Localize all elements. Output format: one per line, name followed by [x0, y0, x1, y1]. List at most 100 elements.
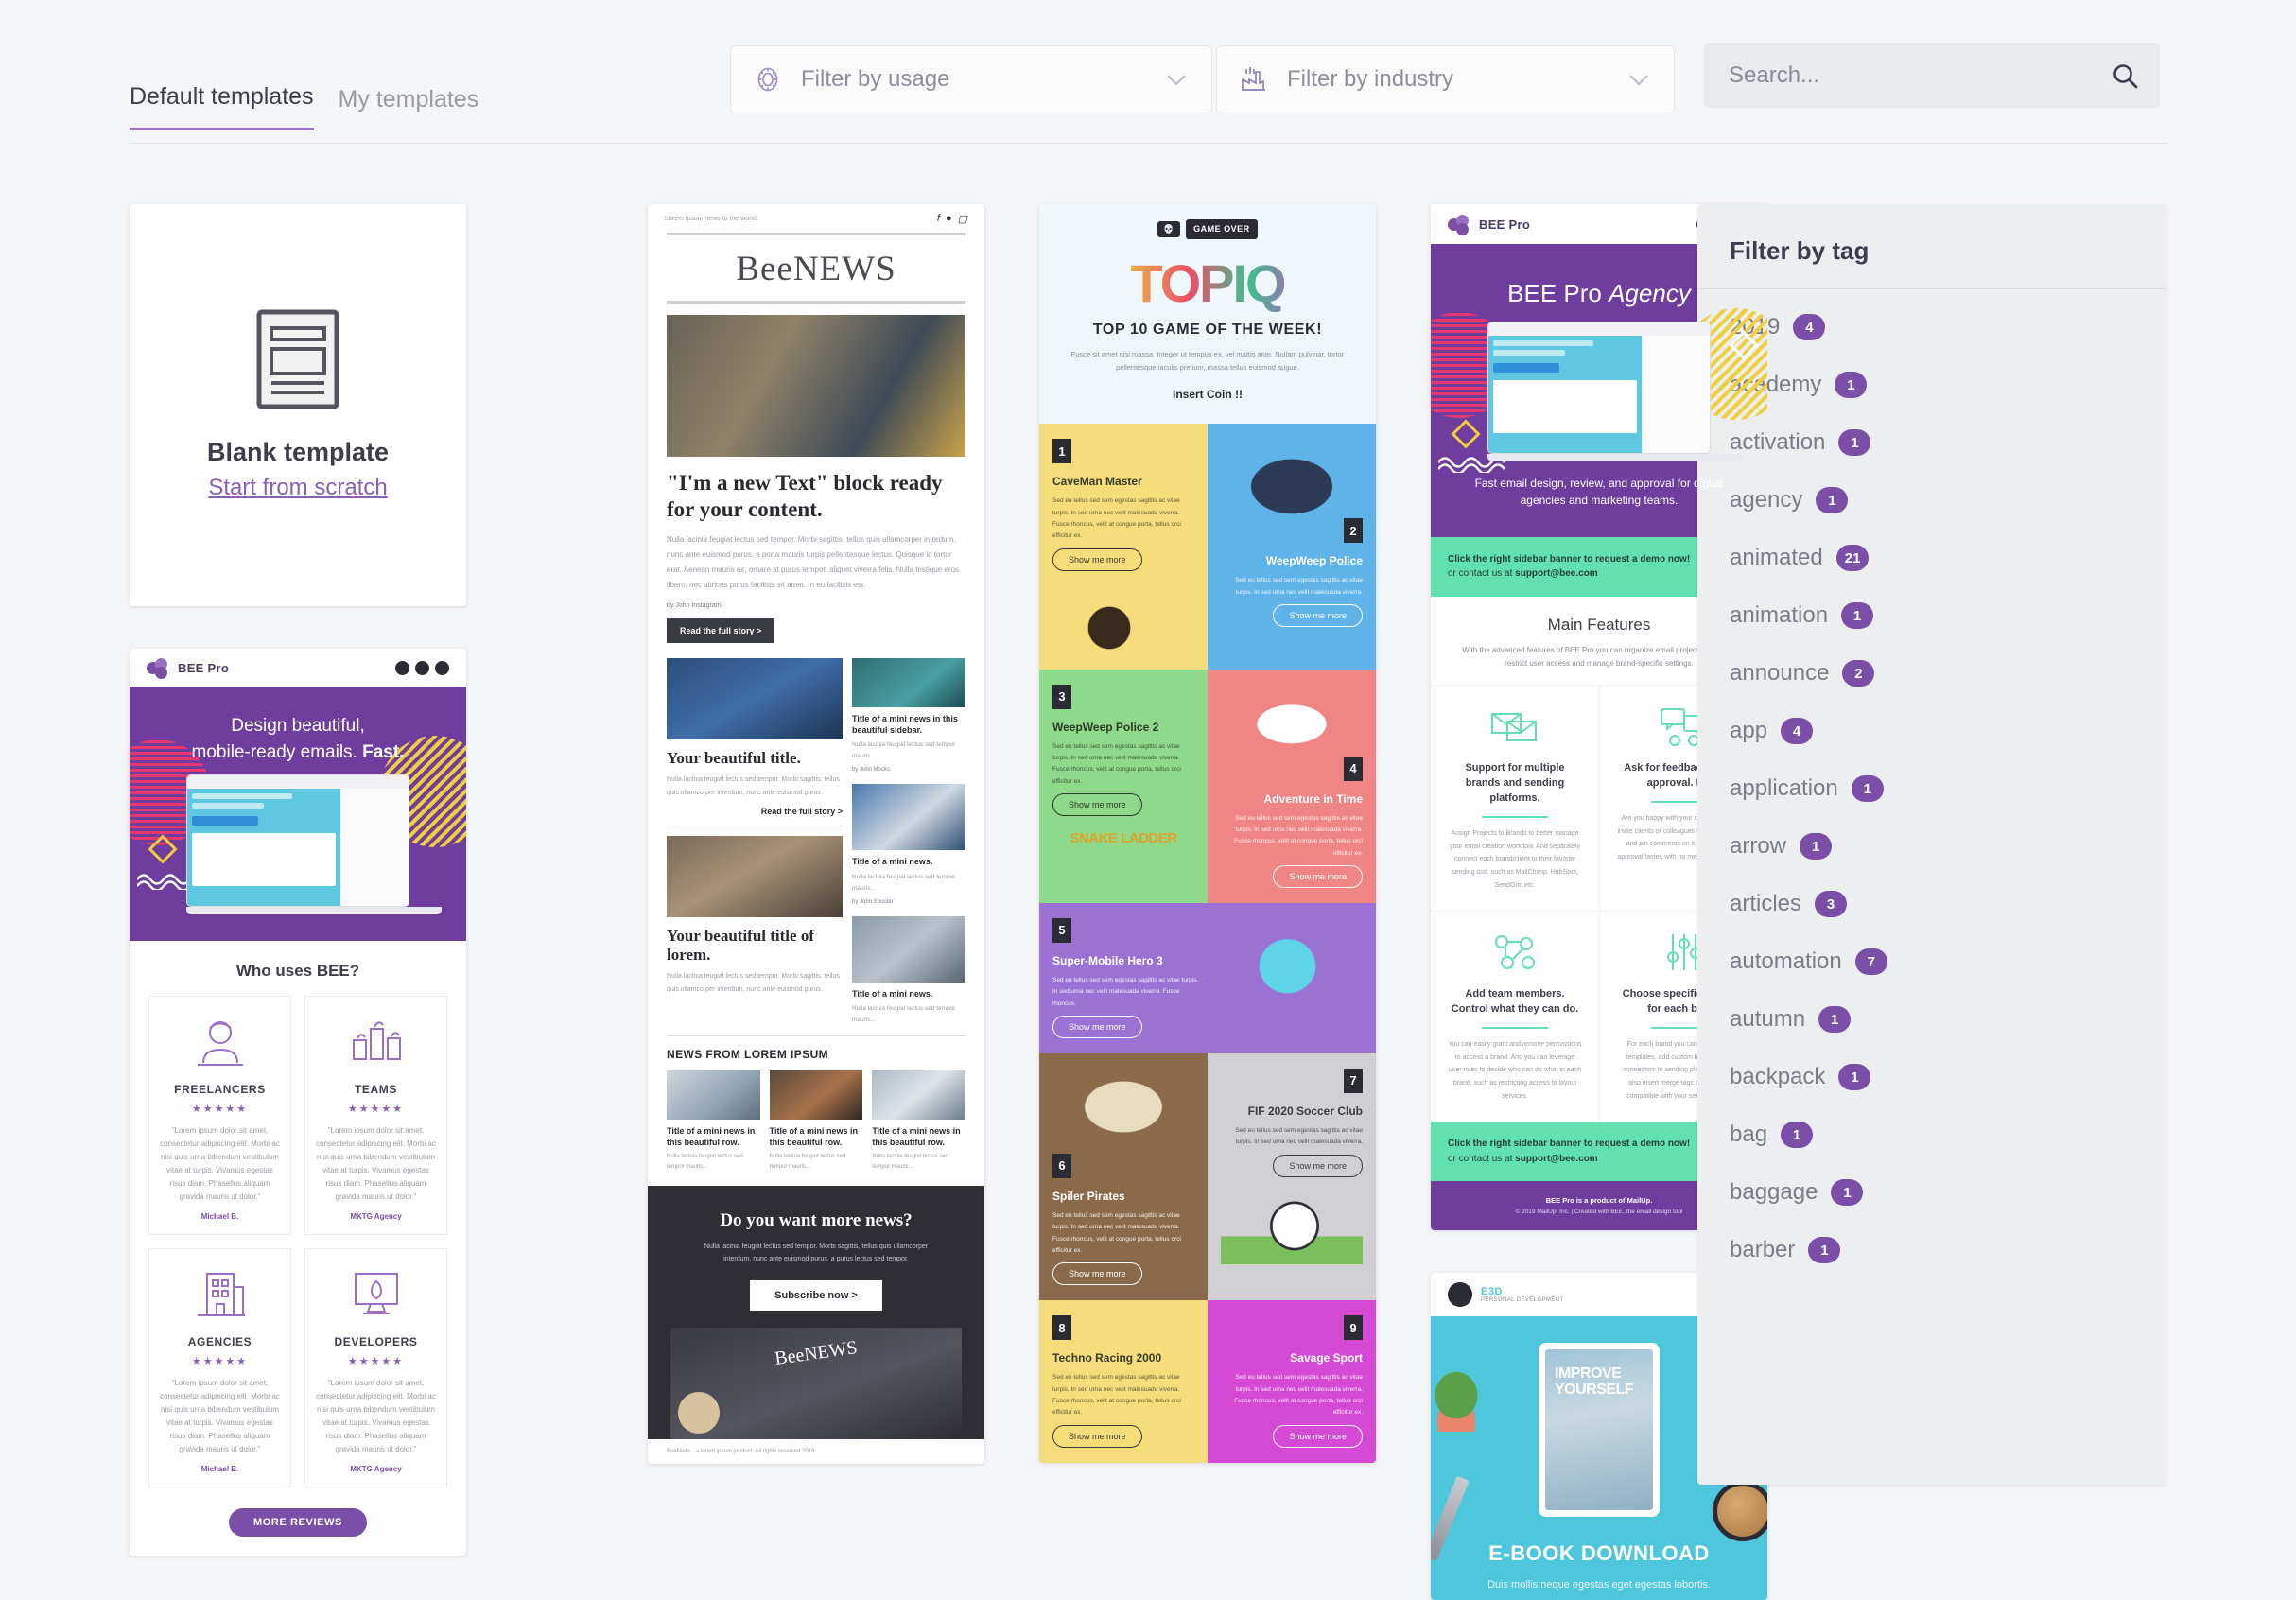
tab-my-templates[interactable]: My templates — [339, 86, 479, 130]
tag-row[interactable]: arrow 1 — [1730, 833, 2166, 860]
template-card-bee-news[interactable]: Lorem ipsum news to the world f ● ▢ BeeN… — [648, 204, 984, 1465]
read-full-story-button[interactable]: Read the full story > — [667, 618, 775, 644]
game-tile-text: 5 Super-Mobile Hero 3 Sed eu tellus sed … — [1052, 917, 1203, 1038]
filter-by-usage-label: Filter by usage — [801, 66, 950, 92]
tag-row[interactable]: backpack 1 — [1730, 1064, 2166, 1090]
game-tile: 5 Super-Mobile Hero 3 Sed eu tellus sed … — [1039, 902, 1376, 1053]
game-tile-grid: 6 Spiler Pirates Sed eu tellus sed sem e… — [1039, 1052, 1376, 1463]
search-icon — [2113, 64, 2138, 89]
game-tile: 8 Techno Racing 2000 Sed eu tellus sed s… — [1039, 1300, 1208, 1463]
tag-count-badge: 1 — [1808, 1237, 1841, 1263]
show-me-more-button[interactable]: Show me more — [1052, 548, 1142, 571]
game-body: Sed eu tellus sed sem egestas sagittis a… — [1052, 1211, 1181, 1254]
search-input[interactable] — [1704, 62, 2111, 89]
cta-email-link[interactable]: support@bee.com — [1515, 568, 1598, 579]
search-button[interactable] — [2111, 61, 2139, 90]
article-body: Nulla lacinia feugiat lectus sed tempor.… — [667, 776, 840, 796]
game-title: CaveMan Master — [1052, 475, 1142, 489]
game-body: Sed eu tellus sed sem egestas sagittis a… — [1052, 976, 1199, 1007]
facebook-icon — [395, 660, 409, 675]
tag-row[interactable]: baggage 1 — [1730, 1179, 2166, 1206]
mini-image — [667, 1070, 760, 1120]
game-tile: 1 CaveMan Master Sed eu tellus sed sem e… — [1039, 424, 1208, 670]
star-rating: ★★★★★ — [347, 1104, 405, 1116]
review-card: DEVELOPERS ★★★★★ "Lorem ipsum dolor sit … — [304, 1248, 447, 1488]
tag-row[interactable]: 20194 — [1730, 314, 2166, 340]
news-from-heading: NEWS FROM LOREM IPSUM — [667, 1047, 829, 1061]
tag-row[interactable]: autumn 1 — [1730, 1006, 2166, 1033]
game-tile-grid: 1 CaveMan Master Sed eu tellus sed sem e… — [1039, 424, 1376, 903]
bee-pro-logo: BEE Pro — [1448, 215, 1530, 235]
filter-by-industry-dropdown[interactable]: Filter by industry — [1216, 45, 1675, 113]
preheader-text: Lorem ipsum news to the world — [665, 215, 757, 222]
sidebar-image — [852, 658, 965, 708]
envelopes-icon — [1491, 713, 1537, 742]
sidebar-byline: by John Shooter — [852, 898, 894, 905]
cta-line-1: Click the right sidebar banner to reques… — [1448, 553, 1691, 565]
blank-template-card[interactable]: Blank template Start from scratch — [130, 204, 466, 606]
team-network-icon — [1495, 935, 1535, 970]
show-me-more-button[interactable]: Show me more — [1052, 1015, 1142, 1038]
two-column-section: Your beautiful title. Nulla lacinia feug… — [648, 658, 984, 1035]
feature-body: Assign Projects to Brands to better mana… — [1449, 830, 1581, 889]
cta-email-link[interactable]: support@bee.com — [1515, 1154, 1598, 1164]
cta-line-1: Click the right sidebar banner to reques… — [1448, 1139, 1691, 1150]
cta-title: Do you want more news? — [720, 1209, 913, 1230]
mini-news-item: Title of a mini news in this beautiful r… — [769, 1070, 863, 1173]
game-rank: 1 — [1052, 439, 1071, 464]
tag-row[interactable]: announce 2 — [1730, 660, 2166, 687]
show-me-more-button[interactable]: Show me more — [1052, 792, 1142, 816]
tag-label: barber — [1730, 1237, 1796, 1262]
twitter-icon — [415, 660, 429, 675]
sidebar-image — [852, 784, 965, 851]
sidebar-byline: by John Mocks — [852, 767, 891, 774]
tag-label: animation — [1730, 602, 1829, 628]
show-me-more-button[interactable]: Show me more — [1273, 1154, 1363, 1177]
template-column-1: Blank template Start from scratch BEE Pr… — [130, 204, 466, 1557]
search-bar[interactable] — [1704, 43, 2160, 108]
template-card-topiq-game[interactable]: 💀 GAME OVER TOPIQ TOP 10 GAME OF THE WEE… — [1039, 204, 1376, 1463]
show-me-more-button[interactable]: Show me more — [1052, 1262, 1142, 1286]
bee-logo-dots-icon — [147, 658, 171, 679]
cta-body: Nulla lacinia feugiat lectus sed tempor.… — [704, 1243, 929, 1262]
tag-list: 20194 academy1 activation1 agency1 animated2… — [1697, 289, 2166, 1263]
review-author: Michael B. — [200, 1465, 239, 1474]
game-tile: 6 Spiler Pirates Sed eu tellus sed sem e… — [1039, 1052, 1208, 1301]
show-me-more-button[interactable]: Show me more — [1273, 1424, 1363, 1448]
show-me-more-button[interactable]: Show me more — [1052, 1424, 1142, 1448]
game-title: WeepWeep Police — [1265, 554, 1363, 568]
tag-row[interactable]: articles 3 — [1730, 891, 2166, 917]
hero-section: Design beautiful, mobile-ready emails. F… — [130, 687, 466, 942]
subscribe-button[interactable]: Subscribe now > — [750, 1280, 882, 1312]
mini-body: Nulla lacinia feugiat lectus sed tempor … — [769, 1154, 846, 1170]
show-me-more-button[interactable]: Show me more — [1273, 864, 1363, 888]
template-card-bee-pro-home[interactable]: BEE Pro Design beautiful, mobile-ready e… — [130, 649, 466, 1557]
review-quote: "Lorem ipsum dolor sit amet, consectetur… — [316, 1379, 436, 1454]
tag-row[interactable]: bag 1 — [1730, 1122, 2166, 1148]
tag-row[interactable]: barber 1 — [1730, 1237, 2166, 1263]
tag-row[interactable]: application 1 — [1730, 775, 2166, 802]
tag-row[interactable]: app 4 — [1730, 718, 2166, 744]
tag-row[interactable]: animated 21 — [1730, 545, 2166, 571]
laptop-base — [186, 907, 442, 915]
tag-row[interactable]: agency 1 — [1730, 487, 2166, 513]
tag-count-badge: 1 — [1841, 602, 1874, 629]
sidebar-title: Title of a mini news in this beautiful s… — [852, 714, 958, 736]
tag-label: articles — [1730, 891, 1802, 916]
laptop-browser-bar — [187, 775, 409, 790]
gear-icon — [757, 67, 778, 92]
more-reviews-button[interactable]: MORE REVIEWS — [229, 1508, 367, 1538]
tag-row[interactable]: animation 1 — [1730, 602, 2166, 629]
masthead: BeeNEWS — [736, 250, 896, 288]
tag-label: bag — [1730, 1122, 1768, 1147]
tag-count-badge: 1 — [1800, 833, 1833, 860]
read-full-link[interactable]: Read the full story > — [667, 799, 843, 826]
tag-row[interactable]: automation 7 — [1730, 948, 2166, 975]
chevron-down-icon — [1167, 74, 1186, 86]
show-me-more-button[interactable]: Show me more — [1273, 603, 1363, 627]
start-from-scratch-link[interactable]: Start from scratch — [208, 475, 387, 501]
filter-by-usage-dropdown[interactable]: Filter by usage — [730, 45, 1212, 113]
tag-row[interactable]: activation 1 — [1730, 429, 2166, 456]
tag-row[interactable]: academy 1 — [1730, 372, 2166, 398]
tab-default-templates[interactable]: Default templates — [130, 83, 314, 130]
